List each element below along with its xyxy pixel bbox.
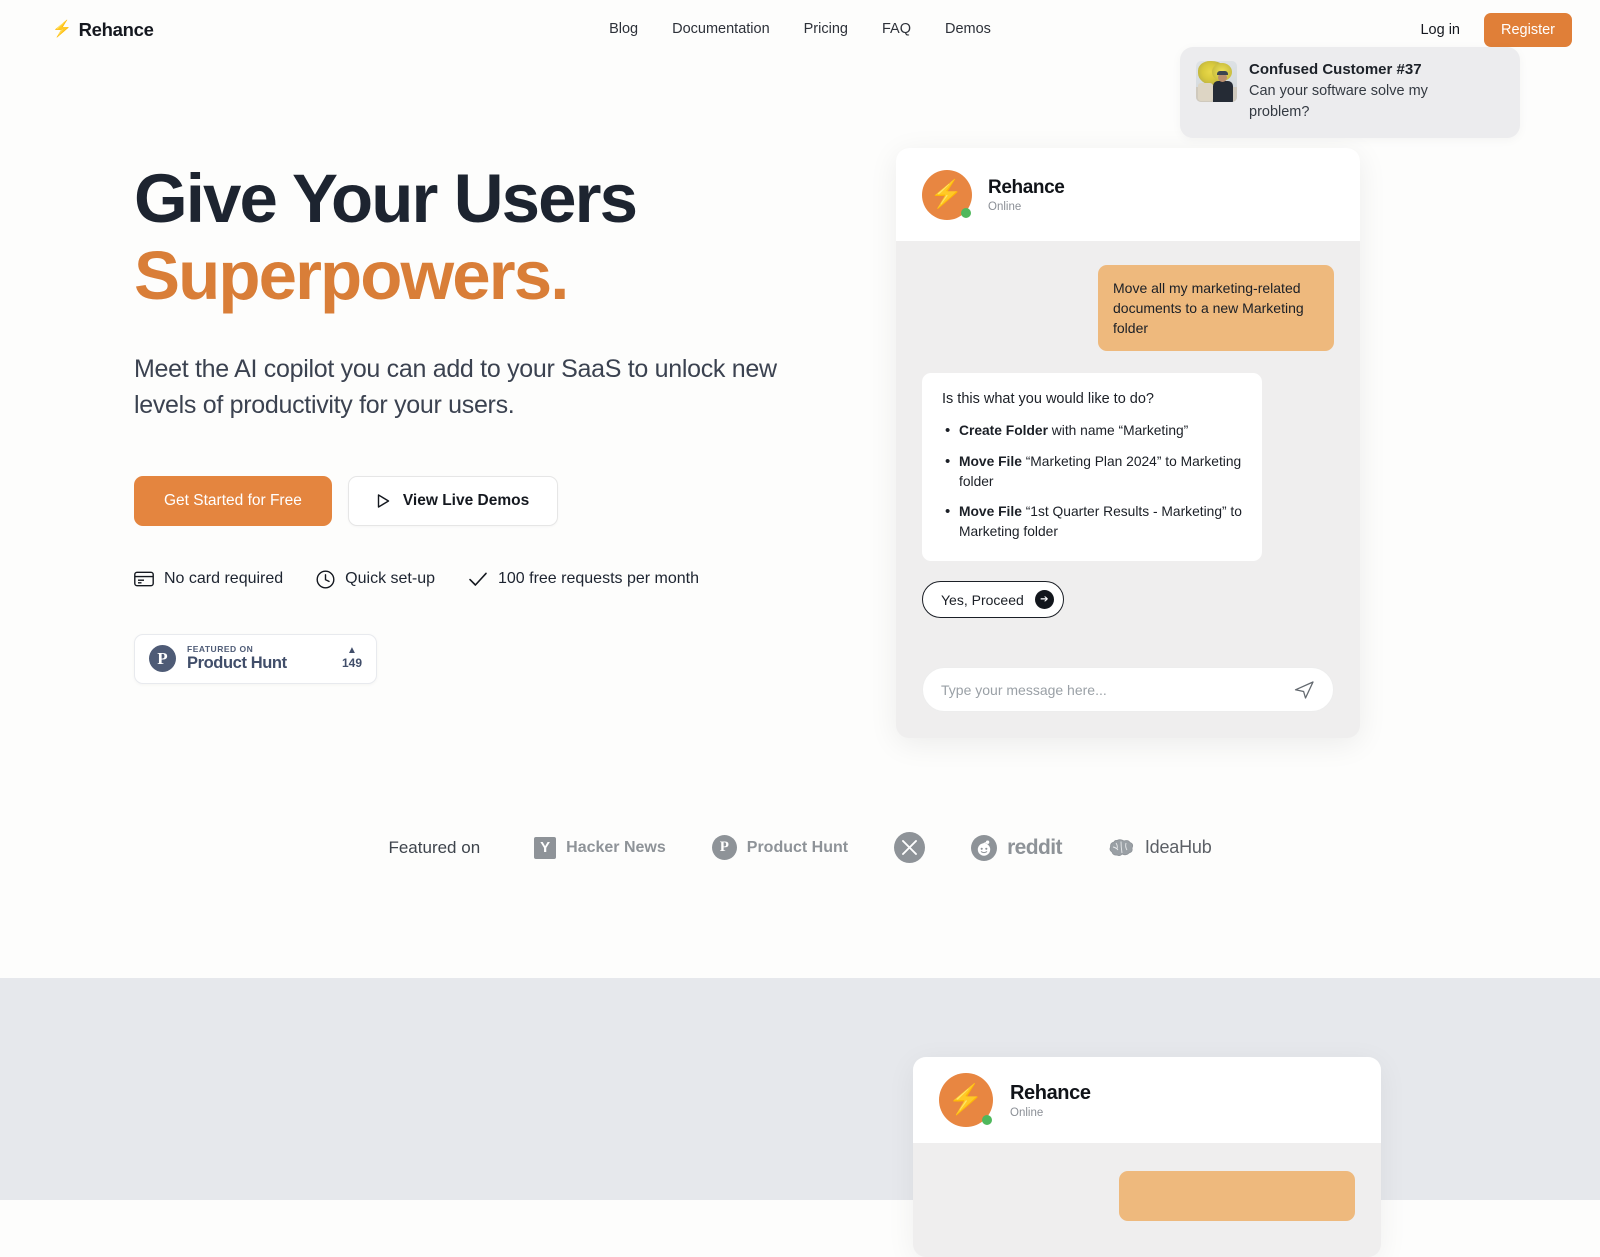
chat-agent-name: Rehance xyxy=(1010,1081,1091,1104)
x-twitter-icon xyxy=(894,832,926,863)
feature-free-requests: 100 free requests per month xyxy=(468,570,699,588)
logo-label: reddit xyxy=(1007,835,1062,859)
list-item: Create Folder with name “Marketing” xyxy=(942,420,1242,441)
action-verb: Create Folder xyxy=(959,423,1048,439)
check-icon xyxy=(469,572,487,586)
chat-widget: ⚡ Rehance Online Move all my marketing-r… xyxy=(896,148,1360,738)
logo-label: Hacker News xyxy=(566,838,666,856)
proceed-label: Yes, Proceed xyxy=(941,591,1024,608)
hero-cta-row: Get Started for Free View Live Demos xyxy=(134,475,874,526)
play-icon xyxy=(377,493,390,508)
toast-title: Confused Customer #37 xyxy=(1249,61,1422,78)
chat-message-list xyxy=(913,1143,1381,1257)
product-hunt-vote-count: 149 xyxy=(341,655,362,670)
get-started-button[interactable]: Get Started for Free xyxy=(134,475,332,526)
chat-message-input[interactable] xyxy=(941,681,1294,698)
hero-section: Give Your Users Superpowers. Meet the AI… xyxy=(134,160,874,684)
action-detail: with name “Marketing” xyxy=(1047,423,1189,439)
chat-agent-name: Rehance xyxy=(988,176,1065,198)
login-link[interactable]: Log in xyxy=(1414,14,1466,46)
avatar xyxy=(1196,61,1237,102)
notification-toast[interactable]: Confused Customer #37 Can your software … xyxy=(1180,47,1520,139)
online-status-dot xyxy=(982,1115,992,1125)
logo-label: Product Hunt xyxy=(746,838,849,856)
chat-avatar: ⚡ xyxy=(939,1073,993,1127)
chat-agent-status: Online xyxy=(988,200,1022,213)
hacker-news-icon: Y xyxy=(534,836,557,859)
yes-proceed-button[interactable]: Yes, Proceed ➔ xyxy=(922,581,1064,619)
list-item: Move File “Marketing Plan 2024” to Marke… xyxy=(942,451,1242,491)
product-hunt-featured-label: FEATURED ON xyxy=(187,644,254,655)
nav-link-blog[interactable]: Blog xyxy=(609,21,638,37)
brain-icon xyxy=(1108,838,1135,858)
credit-card-icon xyxy=(134,571,154,587)
headline-line-2: Superpowers. xyxy=(134,237,569,315)
view-demos-button[interactable]: View Live Demos xyxy=(347,475,559,526)
chat-agent-status: Online xyxy=(1010,1106,1044,1119)
nav-link-faq[interactable]: FAQ xyxy=(882,21,911,37)
online-status-dot xyxy=(961,207,971,218)
feature-label: No card required xyxy=(164,570,284,588)
chat-header: ⚡ Rehance Online xyxy=(913,1057,1381,1143)
nav-actions: Log in Register xyxy=(1414,13,1572,47)
page-title: Give Your Users Superpowers. xyxy=(134,160,874,315)
nav-links: Blog Documentation Pricing FAQ Demos xyxy=(609,21,991,37)
chat-avatar: ⚡ xyxy=(922,169,972,220)
chat-bot-question: Is this what you would like to do? xyxy=(942,391,1154,408)
hero-feature-list: No card required Quick set-up 100 free r… xyxy=(134,570,874,589)
chat-widget-secondary: ⚡ Rehance Online xyxy=(913,1057,1381,1257)
clock-icon xyxy=(316,570,335,589)
lightning-bolt-icon: ⚡ xyxy=(947,1083,984,1116)
action-verb: Move File xyxy=(959,504,1022,520)
nav-link-pricing[interactable]: Pricing xyxy=(804,21,848,37)
chat-bot-message: Is this what you would like to do? Creat… xyxy=(922,373,1262,562)
chat-bot-action-list: Create Folder with name “Marketing” Move… xyxy=(942,420,1242,541)
logo-product-hunt[interactable]: P Product Hunt xyxy=(711,835,849,860)
featured-on-label: Featured on xyxy=(388,837,481,857)
feature-label: 100 free requests per month xyxy=(497,570,699,588)
product-hunt-votes: ▲ 149 xyxy=(341,644,362,672)
register-button[interactable]: Register xyxy=(1484,13,1572,47)
chat-header: ⚡ Rehance Online xyxy=(896,148,1360,241)
action-verb: Move File xyxy=(959,454,1022,470)
reddit-alien-icon xyxy=(971,834,998,861)
arrow-right-icon: ➔ xyxy=(1034,590,1054,610)
upvote-arrow-icon: ▲ xyxy=(347,644,357,656)
toast-message: Can your software solve my problem? xyxy=(1249,83,1428,120)
lightning-bolt-icon: ⚡ xyxy=(929,179,964,209)
headline-line-1: Give Your Users xyxy=(134,160,638,237)
product-hunt-logo-icon: P xyxy=(149,645,176,673)
product-hunt-icon: P xyxy=(711,835,737,860)
chat-input-area xyxy=(896,667,1360,738)
brand-logo[interactable]: ⚡ Rehance xyxy=(52,19,154,41)
lightning-bolt-icon: ⚡ xyxy=(52,21,72,38)
nav-link-documentation[interactable]: Documentation xyxy=(672,21,770,37)
chat-input-wrapper[interactable] xyxy=(922,667,1334,712)
featured-on-row: Featured on Y Hacker News P Product Hunt… xyxy=(0,832,1600,863)
brand-name: Rehance xyxy=(78,19,154,40)
send-paper-plane-icon[interactable] xyxy=(1294,680,1315,700)
chat-user-message xyxy=(1119,1171,1355,1221)
logo-hacker-news[interactable]: Y Hacker News xyxy=(534,836,666,859)
feature-label: Quick set-up xyxy=(345,570,435,588)
feature-quick-setup: Quick set-up xyxy=(316,570,435,589)
feature-no-card: No card required xyxy=(134,570,283,588)
logo-x-twitter[interactable] xyxy=(894,832,926,863)
product-hunt-name: Product Hunt xyxy=(187,654,287,673)
chat-user-message: Move all my marketing-related documents … xyxy=(1098,265,1334,352)
logo-ideahub[interactable]: IdeaHub xyxy=(1108,837,1212,858)
product-hunt-badge[interactable]: P FEATURED ON Product Hunt ▲ 149 xyxy=(134,633,377,684)
nav-link-demos[interactable]: Demos xyxy=(945,21,991,37)
logo-label: IdeaHub xyxy=(1144,837,1212,857)
list-item: Move File “1st Quarter Results - Marketi… xyxy=(942,501,1242,541)
hero-subtitle: Meet the AI copilot you can add to your … xyxy=(134,354,777,419)
chat-message-list: Move all my marketing-related documents … xyxy=(896,241,1360,667)
view-demos-label: View Live Demos xyxy=(402,491,530,509)
logo-reddit[interactable]: reddit xyxy=(971,834,1062,861)
